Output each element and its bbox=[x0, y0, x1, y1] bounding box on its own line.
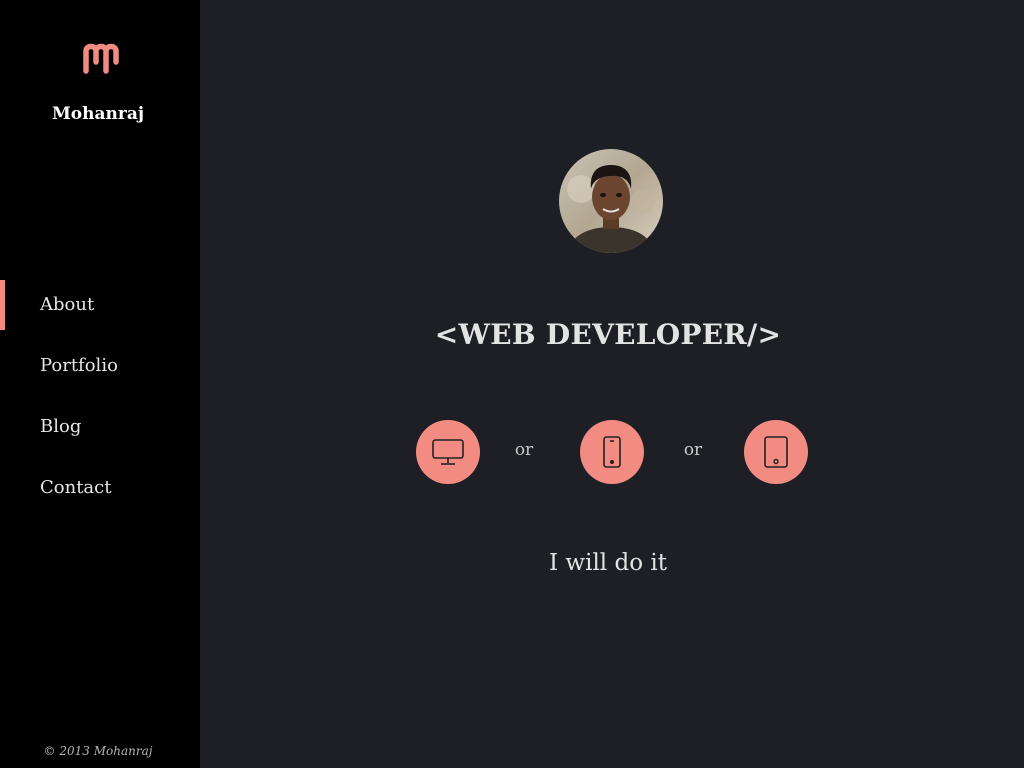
brand-name[interactable]: Mohanraj bbox=[0, 104, 196, 124]
sidebar: Mohanraj About Portfolio Blog Contact © … bbox=[0, 0, 200, 768]
copyright-footer: © 2013 Mohanraj bbox=[43, 744, 153, 758]
smartphone-button[interactable] bbox=[580, 420, 644, 484]
desktop-button[interactable] bbox=[416, 420, 480, 484]
smartphone-icon bbox=[603, 436, 621, 468]
tablet-button[interactable] bbox=[744, 420, 808, 484]
nav-item-contact[interactable]: Contact bbox=[0, 463, 200, 513]
or-separator: or bbox=[514, 440, 534, 460]
or-separator: or bbox=[683, 440, 703, 460]
page-title: <WEB DEVELOPER/> bbox=[434, 318, 782, 351]
device-options: or or bbox=[416, 420, 808, 484]
profile-avatar bbox=[559, 149, 663, 253]
tablet-icon bbox=[764, 436, 788, 468]
main-content: <WEB DEVELOPER/> or or I will do it bbox=[200, 0, 1024, 768]
nav-item-about[interactable]: About bbox=[0, 280, 200, 330]
nav-item-blog[interactable]: Blog bbox=[0, 402, 200, 452]
m-logo-icon[interactable] bbox=[80, 40, 122, 74]
nav-item-portfolio[interactable]: Portfolio bbox=[0, 341, 200, 391]
tagline: I will do it bbox=[549, 550, 667, 576]
desktop-icon bbox=[432, 439, 464, 465]
profile-photo bbox=[559, 149, 663, 253]
main-nav: About Portfolio Blog Contact bbox=[0, 280, 200, 524]
